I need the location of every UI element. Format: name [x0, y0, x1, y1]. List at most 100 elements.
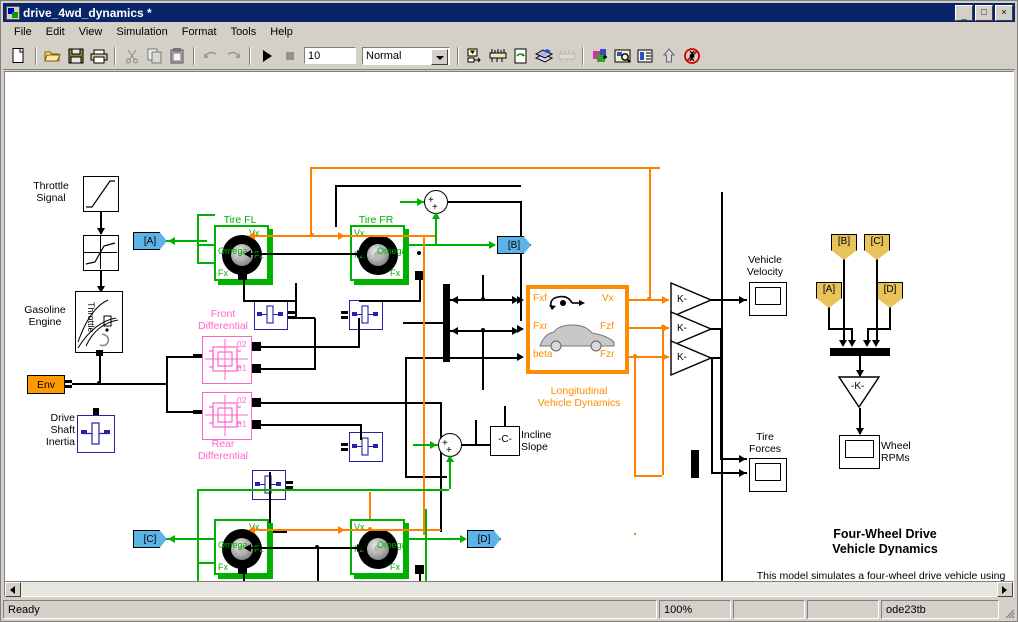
goto-tag-b[interactable]: [B]: [831, 234, 857, 260]
tire-forces-scope-block[interactable]: [749, 458, 787, 492]
lookup-table-block[interactable]: [83, 235, 119, 271]
model-browser-icon: [558, 49, 575, 62]
wheel-rpm-mux[interactable]: [830, 348, 890, 356]
wire-vx-top: [310, 167, 660, 169]
front-differential-block[interactable]: 02 01: [202, 336, 252, 384]
wire-rear-diff-02v: [440, 402, 442, 532]
update-diagram-button[interactable]: [463, 45, 486, 67]
wire-fl-bottom: [243, 279, 245, 301]
stop-time-input[interactable]: 10: [304, 47, 356, 64]
model-explorer-icon: [614, 49, 631, 63]
drive-shaft-inertia-block[interactable]: [77, 415, 115, 453]
from-tag-b-label: [B]: [507, 239, 521, 251]
gain-vx-value: K-: [677, 294, 687, 305]
block-properties-button[interactable]: [634, 45, 657, 67]
paste-button[interactable]: [166, 45, 189, 67]
open-model-button[interactable]: [41, 45, 64, 67]
model-canvas-scroll[interactable]: Throttle Signal Gasoline Engine Throttle…: [4, 71, 1014, 595]
maximize-button[interactable]: □: [975, 4, 993, 21]
minimize-button[interactable]: _: [955, 4, 973, 21]
menu-simulation[interactable]: Simulation: [109, 25, 174, 39]
minimize-icon: _: [961, 9, 967, 20]
from-tag-b[interactable]: [B]: [497, 236, 531, 254]
gain-rpm-value: -K-: [851, 381, 865, 392]
gain-rpm-block[interactable]: -K-: [838, 376, 880, 408]
longitudinal-vehicle-dynamics-block[interactable]: Fxf Fxr beta Vx Fzf Fzr: [526, 285, 629, 374]
scroll-left-arrow-icon[interactable]: [5, 581, 21, 597]
wheel-rpms-scope-block[interactable]: [839, 435, 880, 469]
go-to-parent-button[interactable]: [657, 45, 680, 67]
from-tag-a[interactable]: [A]: [133, 232, 167, 250]
menu-edit[interactable]: Edit: [39, 25, 72, 39]
wire-fl-in-h: [295, 317, 315, 319]
status-field-4: [807, 600, 879, 619]
tire-rr-port-omega: Omega: [377, 540, 407, 550]
sensor1-port2: [288, 316, 295, 319]
drive-shaft-inertia-label: Drive Shaft Inertia: [45, 412, 75, 448]
sum-block-top[interactable]: + +: [424, 190, 448, 214]
menu-tools[interactable]: Tools: [224, 25, 264, 39]
scope-screen: [845, 440, 874, 458]
new-model-button[interactable]: [8, 45, 31, 67]
arrowhead: [517, 296, 524, 304]
env-block[interactable]: Env: [27, 375, 65, 394]
toggle-model-browser-button[interactable]: [555, 45, 578, 67]
throttle-signal-block[interactable]: [83, 176, 119, 212]
cut-button[interactable]: [120, 45, 143, 67]
undo-button[interactable]: [199, 45, 222, 67]
menu-format[interactable]: Format: [175, 25, 224, 39]
arrowhead: [357, 544, 364, 552]
printer-icon: [90, 49, 107, 63]
gain-fzr-block[interactable]: K-: [670, 340, 712, 376]
redo-button[interactable]: [222, 45, 245, 67]
lvd-output-vx: Vx: [602, 293, 614, 304]
sum-block-bottom[interactable]: + +: [438, 433, 462, 457]
close-button[interactable]: ×: [995, 4, 1013, 21]
wire-fl-bus-top: [197, 214, 215, 216]
tire-forces-mux[interactable]: [691, 450, 699, 478]
stop-build-button[interactable]: [680, 45, 703, 67]
arrowhead: [739, 455, 746, 463]
arrowhead: [460, 535, 467, 543]
from-tag-c[interactable]: [C]: [133, 530, 167, 548]
resize-grip-icon[interactable]: [1001, 600, 1015, 619]
tire-rr-port-fx: Fx: [390, 562, 400, 572]
from-tag-d[interactable]: [D]: [467, 530, 501, 548]
goto-tag-c[interactable]: [C]: [864, 234, 890, 260]
undo-arrow-icon: [204, 51, 217, 58]
gasoline-engine-block[interactable]: Throttle: [75, 291, 123, 353]
goto-tag-d[interactable]: [D]: [877, 282, 903, 308]
simulation-mode-select[interactable]: Normal: [362, 46, 450, 65]
goto-tag-a[interactable]: [A]: [816, 282, 842, 308]
scrollbar-track[interactable]: [21, 582, 997, 596]
wire-junction: [97, 381, 101, 385]
stop-simulation-button[interactable]: [278, 45, 301, 67]
status-bar: Ready 100% ode23tb: [3, 600, 1015, 619]
start-simulation-button[interactable]: [255, 45, 278, 67]
save-model-button[interactable]: [64, 45, 87, 67]
sensor-block-3[interactable]: [349, 432, 383, 462]
copy-button[interactable]: [143, 45, 166, 67]
menu-help[interactable]: Help: [263, 25, 300, 39]
debug-button[interactable]: [588, 45, 611, 67]
scroll-right-arrow-icon[interactable]: [997, 581, 1013, 597]
rear-differential-block[interactable]: 02 01: [202, 392, 252, 440]
model-explorer-button[interactable]: [611, 45, 634, 67]
library-browser-button[interactable]: [532, 45, 555, 67]
menu-file[interactable]: File: [7, 25, 39, 39]
arrowhead: [517, 353, 524, 361]
wire-fz-front: [245, 253, 365, 255]
refresh-model-button[interactable]: [509, 45, 532, 67]
redo-arrow-icon: [227, 51, 240, 58]
vehicle-velocity-scope-block[interactable]: [749, 282, 787, 316]
sensor-block-2[interactable]: [349, 300, 383, 330]
demux-block[interactable]: [443, 284, 450, 362]
print-button[interactable]: [87, 45, 110, 67]
model-canvas[interactable]: Throttle Signal Gasoline Engine Throttle…: [5, 72, 1013, 594]
menu-view[interactable]: View: [72, 25, 110, 39]
build-model-button[interactable]: [486, 45, 509, 67]
horizontal-scrollbar[interactable]: [4, 581, 1014, 597]
chevron-down-icon[interactable]: [431, 48, 448, 65]
wire-fzr-feedback-v: [634, 356, 636, 476]
debug-palette-icon: [592, 48, 607, 62]
